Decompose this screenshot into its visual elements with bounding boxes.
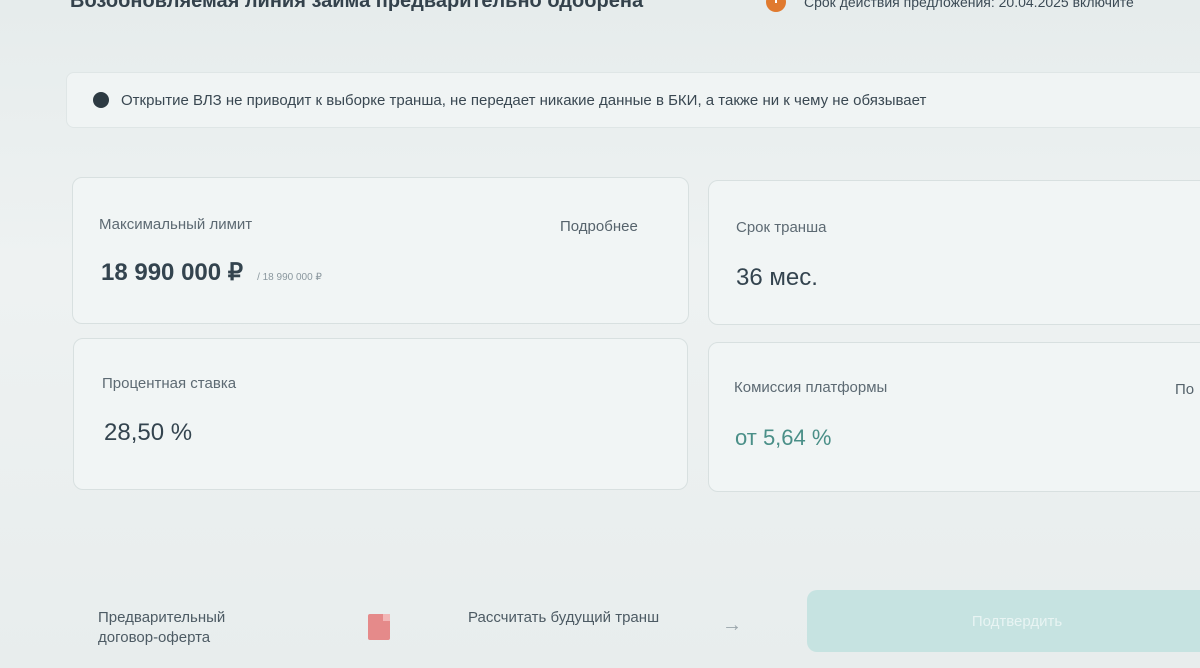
max-limit-amount: 18 990 000 ₽ bbox=[101, 259, 244, 286]
tranche-term-label: Срок транша bbox=[736, 219, 827, 236]
interest-rate-value: 28,50 % bbox=[104, 419, 193, 446]
info-notice: Открытие ВЛЗ не приводит к выборке транш… bbox=[66, 72, 1200, 128]
arrow-right-icon[interactable]: → bbox=[722, 614, 742, 637]
page: Возобновляемая линия займа предварительн… bbox=[0, 0, 1200, 668]
card-max-limit: Максимальный лимит Подробнее 18 990 000 … bbox=[72, 177, 689, 324]
max-limit-available: / 18 990 000 ₽ bbox=[257, 272, 322, 283]
interest-rate-label: Процентная ставка bbox=[102, 375, 237, 392]
max-limit-label: Максимальный лимит bbox=[99, 216, 253, 233]
platform-fee-value: от 5,64 % bbox=[735, 425, 832, 450]
card-interest-rate: Процентная ставка 28,50 % bbox=[73, 338, 688, 490]
info-icon bbox=[93, 92, 109, 108]
platform-fee-label: Комиссия платформы bbox=[734, 379, 888, 396]
notice-text: Открытие ВЛЗ не приводит к выборке транш… bbox=[121, 91, 927, 109]
offer-validity: Срок действия предложения: 20.04.2025 вк… bbox=[766, 0, 1134, 12]
tranche-term-value: 36 мес. bbox=[736, 264, 818, 291]
validity-text: Срок действия предложения: 20.04.2025 вк… bbox=[804, 0, 1134, 10]
max-limit-value: 18 990 000 ₽ / 18 990 000 ₽ bbox=[101, 258, 322, 287]
platform-fee-details-link[interactable]: По bbox=[1175, 381, 1194, 398]
card-platform-fee: Комиссия платформы По от 5,64 % bbox=[708, 342, 1200, 492]
submit-button[interactable]: Подтвердить bbox=[807, 590, 1200, 652]
calculate-tranche-link[interactable]: Рассчитать будущий транш bbox=[468, 608, 668, 628]
details-link[interactable]: Подробнее bbox=[560, 218, 638, 235]
clock-icon bbox=[766, 0, 786, 12]
page-title: Возобновляемая линия займа предварительн… bbox=[70, 0, 644, 12]
offer-document-link[interactable]: Предварительный договор-оферта bbox=[98, 608, 288, 648]
pdf-icon[interactable] bbox=[368, 614, 390, 640]
card-tranche-term: Срок транша 36 мес. bbox=[708, 180, 1200, 325]
